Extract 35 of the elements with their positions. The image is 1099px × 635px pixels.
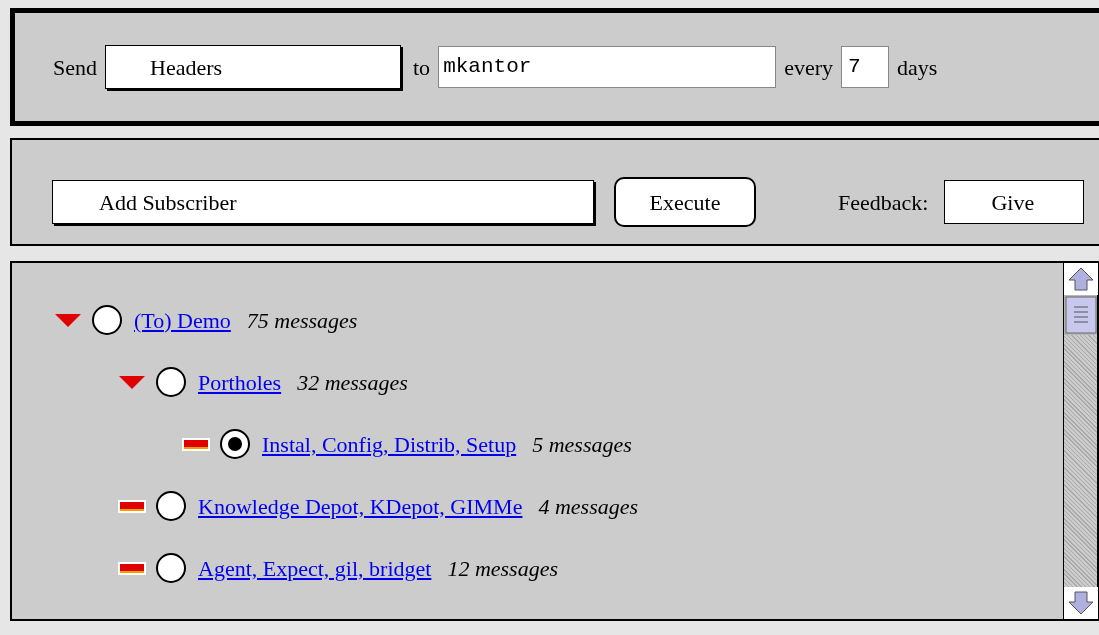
scroll-down-icon[interactable] bbox=[1064, 587, 1098, 619]
radio-button[interactable] bbox=[156, 491, 186, 521]
dropdown-button[interactable]: Headers bbox=[105, 45, 401, 89]
days-label: days bbox=[897, 53, 938, 82]
expanded-triangle-icon[interactable] bbox=[54, 312, 82, 328]
leaf-bar-icon[interactable] bbox=[118, 498, 146, 514]
message-count: 32 messages bbox=[297, 368, 408, 397]
recipient-field[interactable]: mkantor bbox=[438, 46, 777, 88]
topic-link[interactable]: Portholes bbox=[198, 365, 282, 399]
expanded-triangle-icon[interactable] bbox=[118, 374, 146, 390]
scroll-up-icon[interactable] bbox=[1064, 263, 1098, 295]
topic-link[interactable]: Instal, Config, Distrib, Setup bbox=[262, 427, 517, 461]
feedback-dropdown[interactable]: Give bbox=[944, 180, 1085, 224]
radio-button[interactable] bbox=[156, 553, 186, 583]
topic-link[interactable]: Knowledge Depot, KDepot, GIMMe bbox=[198, 489, 523, 523]
message-count: 12 messages bbox=[447, 554, 558, 583]
to-label: to bbox=[413, 53, 431, 82]
topic-link[interactable]: (To) Demo bbox=[134, 303, 231, 337]
interval-field[interactable]: 7 bbox=[841, 46, 889, 88]
message-count: 75 messages bbox=[246, 306, 358, 335]
leaf-bar-icon[interactable] bbox=[118, 560, 146, 576]
scrollbar[interactable] bbox=[1063, 263, 1097, 619]
feedback-label: Feedback: bbox=[838, 188, 929, 217]
radio-button[interactable] bbox=[156, 367, 186, 397]
action-dropdown[interactable]: Add Subscriber bbox=[52, 180, 594, 224]
message-count: 5 messages bbox=[532, 430, 632, 459]
scroll-thumb-icon[interactable] bbox=[1064, 295, 1098, 335]
radio-button[interactable] bbox=[220, 429, 250, 459]
topic-link[interactable]: Agent, Expect, gil, bridget bbox=[198, 551, 432, 585]
send-label: Send bbox=[53, 53, 97, 82]
leaf-bar-icon[interactable] bbox=[182, 436, 210, 452]
execute-button[interactable]: Execute bbox=[614, 177, 756, 227]
every-label: every bbox=[784, 53, 833, 82]
radio-button[interactable] bbox=[92, 305, 122, 335]
message-count: 4 messages bbox=[538, 492, 639, 521]
